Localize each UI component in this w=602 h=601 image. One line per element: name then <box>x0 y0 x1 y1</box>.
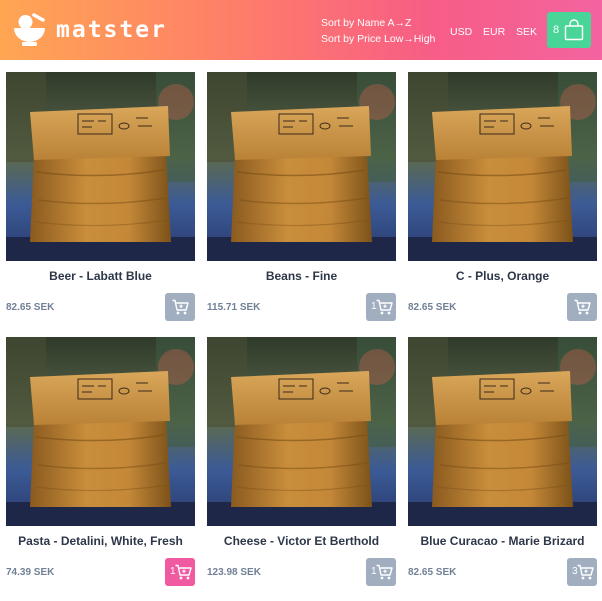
product-price: 82.65 SEK <box>408 567 457 578</box>
product-card: Cheese - Victor Et Berthold 123.98 SEK 1 <box>207 337 396 586</box>
currency-usd[interactable]: USD <box>450 26 472 38</box>
add-to-cart-button[interactable]: 1 <box>366 293 396 321</box>
sort-options: Sort by Name A→Z Sort by Price Low→High <box>321 15 435 47</box>
product-name: Blue Curacao - Marie Brizard <box>420 534 585 548</box>
currency-sek[interactable]: SEK <box>516 26 537 38</box>
cart-icon <box>172 299 189 315</box>
add-to-cart-button[interactable] <box>165 293 195 321</box>
product-image[interactable] <box>408 337 597 526</box>
bowl-icon <box>14 13 45 46</box>
add-to-cart-button[interactable]: 3 <box>567 558 597 586</box>
product-card: C - Plus, Orange 82.65 SEK <box>408 72 597 321</box>
product-price: 82.65 SEK <box>408 302 457 313</box>
product-image[interactable] <box>6 72 195 261</box>
paper-bag-image <box>6 337 195 526</box>
cart-icon <box>376 564 393 580</box>
paper-bag-image <box>207 337 396 526</box>
cart-count: 8 <box>553 24 560 36</box>
product-price: 115.71 SEK <box>207 302 261 313</box>
product-image[interactable] <box>207 72 396 261</box>
cart-icon <box>577 564 594 580</box>
add-to-cart-button[interactable] <box>567 293 597 321</box>
cart-button[interactable]: 8 <box>547 12 591 48</box>
paper-bag-image <box>408 72 597 261</box>
product-price: 123.98 SEK <box>207 567 261 578</box>
currency-eur[interactable]: EUR <box>483 26 505 38</box>
product-image[interactable] <box>207 337 396 526</box>
product-name: C - Plus, Orange <box>455 269 550 283</box>
product-name: Pasta - Detalini, White, Fresh <box>18 534 183 548</box>
product-price: 74.39 SEK <box>6 567 55 578</box>
header: matster Sort by Name A→Z Sort by Price L… <box>0 0 602 60</box>
sort-by-name-link[interactable]: Sort by Name A→Z <box>321 15 435 31</box>
product-card: Blue Curacao - Marie Brizard 82.65 SEK 3 <box>408 337 597 586</box>
add-to-cart-button[interactable]: 1 <box>366 558 396 586</box>
sort-by-price-link[interactable]: Sort by Price Low→High <box>321 31 435 47</box>
product-name: Cheese - Victor Et Berthold <box>223 534 380 548</box>
add-to-cart-button[interactable]: 1 <box>165 558 195 586</box>
cart-icon <box>175 564 192 580</box>
paper-bag-image <box>408 337 597 526</box>
product-price: 82.65 SEK <box>6 302 55 313</box>
brand-name[interactable]: matster <box>56 16 167 44</box>
product-name: Beer - Labatt Blue <box>49 269 152 283</box>
product-card: Pasta - Detalini, White, Fresh 74.39 SEK… <box>6 337 195 586</box>
shopping-bag-icon <box>564 19 584 41</box>
product-image[interactable] <box>6 337 195 526</box>
product-card: Beans - Fine 115.71 SEK 1 <box>207 72 396 321</box>
product-image[interactable] <box>408 72 597 261</box>
cart-icon <box>574 299 591 315</box>
paper-bag-image <box>207 72 396 261</box>
product-name: Beans - Fine <box>265 269 338 283</box>
cart-icon <box>376 299 393 315</box>
product-card: Beer - Labatt Blue 82.65 SEK <box>6 72 195 321</box>
paper-bag-image <box>6 72 195 261</box>
